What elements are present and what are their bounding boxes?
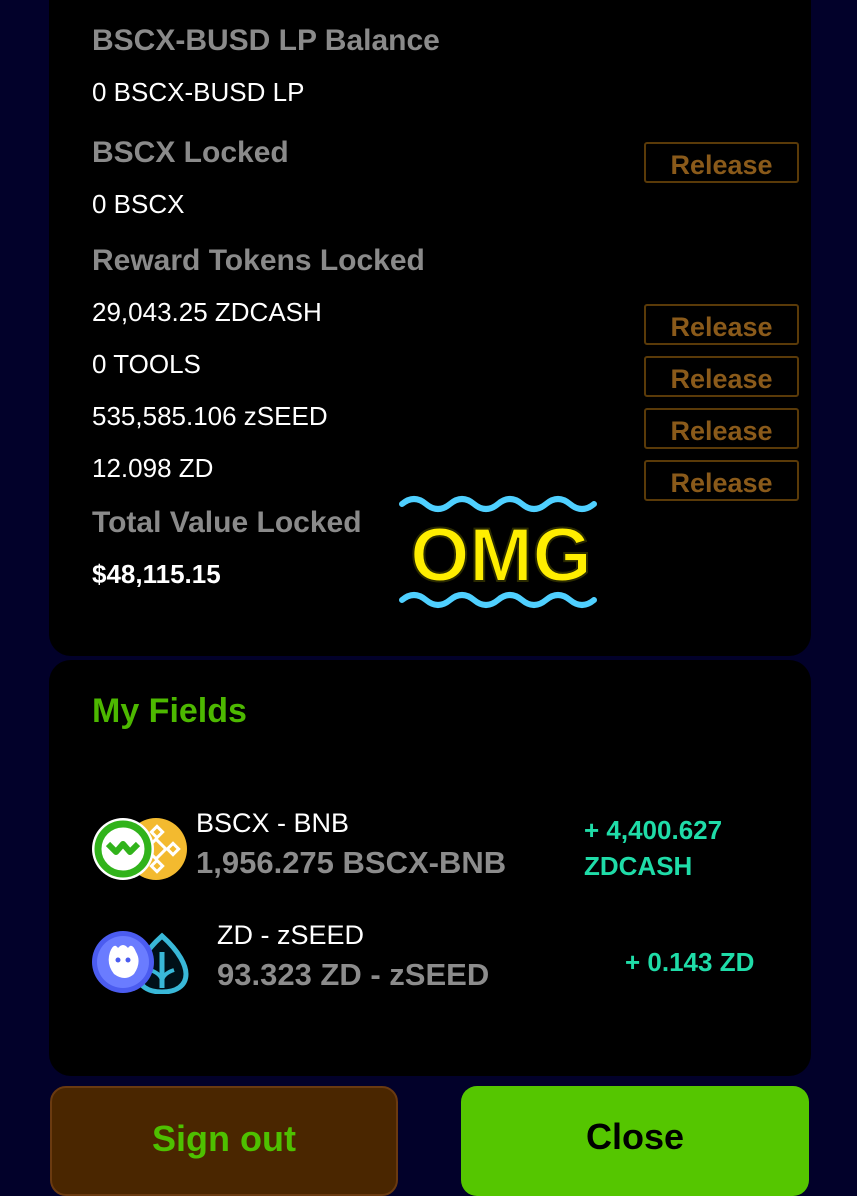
release-zseed-button[interactable]: Release bbox=[644, 408, 799, 449]
reward-token-zseed: 535,585.106 zSEED bbox=[92, 401, 328, 431]
release-bscx-button[interactable]: Release bbox=[644, 142, 799, 183]
close-button[interactable]: Close bbox=[461, 1086, 809, 1196]
zd-token-icon bbox=[92, 931, 154, 993]
field-reward-line2: ZDCASH bbox=[584, 851, 693, 882]
field-reward: + 0.143 ZD bbox=[625, 944, 754, 980]
reward-tokens-label: Reward Tokens Locked bbox=[92, 244, 425, 277]
tvl-label: Total Value Locked bbox=[92, 506, 362, 539]
omg-sticker: OMG bbox=[399, 496, 597, 608]
bscx-locked-label: BSCX Locked bbox=[92, 136, 289, 169]
lp-balance-value: 0 BSCX-BUSD LP bbox=[92, 77, 305, 107]
field-pair-name: BSCX - BNB bbox=[196, 808, 350, 838]
field-reward-line1: + 0.143 ZD bbox=[625, 947, 755, 977]
lp-balance-label: BSCX-BUSD LP Balance bbox=[92, 24, 440, 57]
bscx-bnb-pair-icon bbox=[92, 818, 187, 880]
reward-token-tools: 0 TOOLS bbox=[92, 349, 201, 379]
bscx-token-icon bbox=[92, 818, 154, 880]
release-tools-button[interactable]: Release bbox=[644, 356, 799, 397]
reward-token-zd: 12.098 ZD bbox=[92, 453, 214, 483]
release-zd-button[interactable]: Release bbox=[644, 460, 799, 501]
tvl-value: $48,115.15 bbox=[92, 559, 221, 589]
field-pair-amount: 1,956.275 BSCX-BNB bbox=[196, 845, 507, 880]
field-pair-amount: 93.323 ZD - zSEED bbox=[217, 957, 490, 992]
release-zdcash-button[interactable]: Release bbox=[644, 304, 799, 345]
zd-zseed-pair-icon bbox=[92, 931, 189, 994]
my-fields-title: My Fields bbox=[92, 692, 247, 730]
reward-token-zdcash: 29,043.25 ZDCASH bbox=[92, 297, 322, 327]
bscx-locked-value: 0 BSCX bbox=[92, 189, 185, 219]
omg-text: OMG bbox=[410, 513, 592, 598]
field-reward-line1: + 4,400.627 bbox=[584, 815, 723, 845]
field-pair-name: ZD - zSEED bbox=[217, 920, 365, 950]
sign-out-button[interactable]: Sign out bbox=[50, 1086, 398, 1196]
field-reward: + 4,400.627 ZDCASH bbox=[584, 812, 722, 885]
